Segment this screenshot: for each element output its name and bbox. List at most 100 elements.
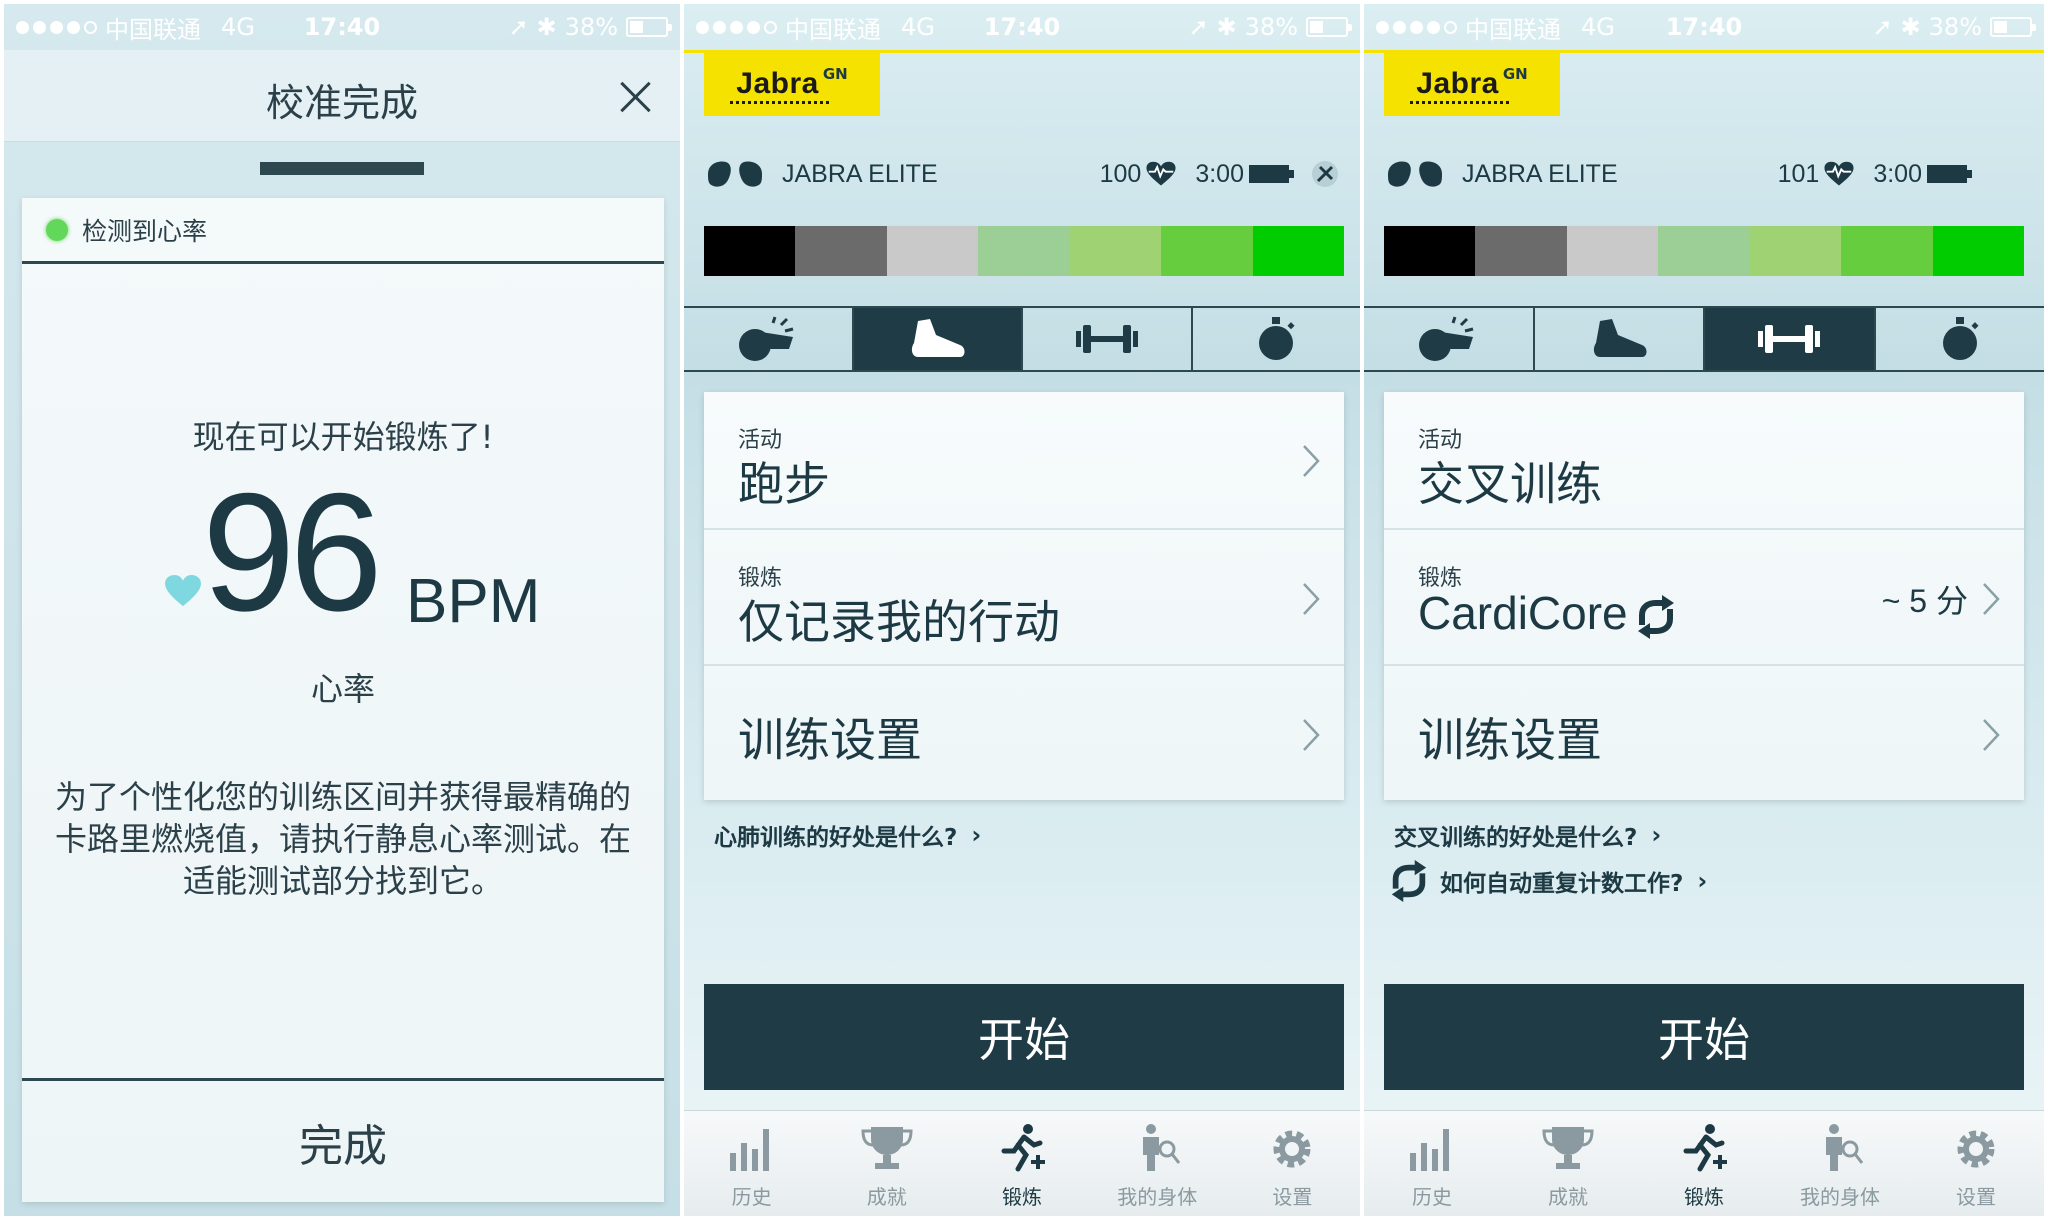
tab-workout[interactable]: 锻炼 — [1636, 1111, 1772, 1216]
training-settings-row[interactable]: 训练设置 — [704, 664, 1344, 800]
tab-workout[interactable]: 锻炼 — [954, 1111, 1089, 1216]
tab-settings[interactable]: 设置 — [1225, 1111, 1360, 1216]
mode-strength[interactable] — [1705, 308, 1876, 370]
whistle-icon — [738, 316, 794, 361]
cardio-benefits-text: 心肺训练的好处是什么? — [714, 825, 958, 851]
start-button[interactable]: 开始 — [1384, 984, 2024, 1090]
trophy-icon — [861, 1127, 913, 1169]
workout-row[interactable]: 锻炼 仅记录我的行动 — [704, 528, 1344, 664]
location-icon: ➚ — [1872, 13, 1893, 41]
tab-label: 设置 — [1956, 1185, 1996, 1209]
network-type: 4G — [1581, 13, 1615, 41]
clock: 17:40 — [303, 13, 381, 41]
heart-pulse-icon — [1146, 161, 1176, 186]
mode-coach[interactable] — [684, 308, 854, 370]
heart-rate-label: 心率 — [310, 670, 375, 708]
detected-label: 检测到心率 — [82, 216, 208, 246]
gear-icon — [1957, 1130, 1995, 1168]
device-name: JABRA ELITE — [1462, 159, 1618, 188]
status-bar: 中国联通 4G 17:40 ➚ ✱ 38% — [684, 4, 1360, 50]
zone-4 — [978, 226, 1070, 276]
stopwatch-icon — [1942, 317, 1979, 360]
cardio-benefits-link[interactable]: 心肺训练的好处是什么? › — [714, 818, 981, 852]
tab-achievements[interactable]: 成就 — [1500, 1111, 1636, 1216]
page-title: 校准完成 — [265, 81, 418, 125]
earbuds-icon — [708, 161, 762, 187]
carrier-name: 中国联通 — [1465, 15, 1561, 44]
battery-icon — [1990, 17, 2036, 37]
tab-my-body[interactable]: 我的身体 — [1090, 1111, 1225, 1216]
calibration-progress-fill — [260, 162, 424, 175]
battery-icon — [626, 17, 672, 37]
live-heart-rate: 101 — [1777, 159, 1820, 188]
mode-run[interactable] — [1535, 308, 1705, 370]
bar-chart-icon — [729, 1129, 769, 1171]
zone-3 — [886, 226, 979, 276]
zone-6 — [1161, 226, 1253, 276]
heart-rate-zones — [1384, 226, 2024, 276]
mode-strength[interactable] — [1023, 308, 1193, 370]
bar-chart-icon — [1410, 1129, 1449, 1171]
chevron-right-icon — [1303, 719, 1320, 751]
mode-timer[interactable] — [1876, 308, 2045, 370]
workout-row[interactable]: 锻炼 CardiCore ~ 5 分 — [1384, 528, 2024, 664]
carrier-name: 中国联通 — [785, 15, 881, 44]
clock: 17:40 — [983, 13, 1061, 41]
running-shoe-icon — [912, 319, 965, 357]
workout-mode-tabs — [684, 306, 1360, 372]
network-type: 4G — [221, 13, 255, 41]
signal-icon — [1376, 20, 1457, 34]
tab-history[interactable]: 历史 — [684, 1111, 819, 1216]
location-icon: ➚ — [508, 13, 529, 41]
workout-options-card: 活动 交叉训练 锻炼 CardiCore ~ 5 分 训练设置 — [1384, 392, 2024, 800]
headset-battery-icon — [1249, 165, 1294, 183]
zone-6 — [1841, 226, 1933, 276]
training-settings-row[interactable]: 训练设置 — [1384, 664, 2024, 800]
heart-icon — [165, 574, 201, 607]
tab-my-body[interactable]: 我的身体 — [1772, 1111, 1908, 1216]
tab-history[interactable]: 历史 — [1364, 1111, 1500, 1216]
heart-pulse-icon — [1824, 161, 1854, 186]
clock: 17:40 — [1665, 13, 1743, 41]
start-button[interactable]: 开始 — [704, 984, 1344, 1090]
activity-row[interactable]: 活动 跑步 — [704, 392, 1344, 528]
auto-repeat-help-link[interactable]: 如何自动重复计数工作? › — [1391, 860, 1707, 902]
auto-repeat-help-text: 如何自动重复计数工作? — [1440, 871, 1684, 897]
heart-rate-value: 96 — [202, 458, 383, 646]
header: 校准完成 — [4, 50, 680, 142]
chevron-right-icon — [1983, 583, 2000, 615]
mode-run[interactable] — [853, 308, 1023, 370]
tab-achievements[interactable]: 成就 — [819, 1111, 954, 1216]
heart-rate-zones — [704, 226, 1344, 276]
device-name: JABRA ELITE — [782, 159, 938, 188]
training-settings-label: 训练设置 — [738, 713, 922, 767]
gear-icon — [1273, 1130, 1311, 1168]
headset-battery-icon — [1927, 165, 1972, 183]
body-scan-icon — [1826, 1124, 1864, 1171]
close-icon[interactable] — [618, 80, 652, 114]
zone-3 — [1566, 226, 1659, 276]
tab-label: 历史 — [731, 1185, 772, 1209]
mode-coach[interactable] — [1364, 308, 1535, 370]
activity-row[interactable]: 活动 交叉训练 — [1384, 392, 2024, 528]
bluetooth-icon: ✱ — [1900, 13, 1921, 41]
earbuds-icon — [1388, 161, 1442, 187]
jabra-logo: Jabra GN — [704, 52, 880, 116]
trophy-icon — [1542, 1127, 1594, 1169]
workout-options-card: 活动 跑步 锻炼 仅记录我的行动 训练设置 — [704, 392, 1344, 800]
tab-label: 锻炼 — [1684, 1185, 1724, 1209]
cross-training-benefits-link[interactable]: 交叉训练的好处是什么? › — [1394, 818, 1661, 852]
tab-settings[interactable]: 设置 — [1908, 1111, 2044, 1216]
auto-repeat-icon — [1637, 594, 1674, 639]
sensor-icon[interactable] — [1310, 159, 1340, 189]
zone-4 — [1658, 226, 1750, 276]
zone-5 — [1749, 226, 1842, 276]
done-button[interactable]: 完成 — [22, 1078, 664, 1202]
runner-plus-icon — [1683, 1124, 1727, 1172]
workout-screen-running: 中国联通 4G 17:40 ➚ ✱ 38% Jabra GN JABRA ELIT… — [684, 4, 1360, 1216]
mode-timer[interactable] — [1193, 308, 1361, 370]
dumbbell-icon — [1758, 325, 1821, 353]
bottom-tab-bar: 历史 成就 锻炼 我的身体 设置 — [684, 1110, 1360, 1216]
heart-rate-display: 96 BPM — [22, 468, 664, 638]
body-scan-icon — [1143, 1124, 1181, 1171]
